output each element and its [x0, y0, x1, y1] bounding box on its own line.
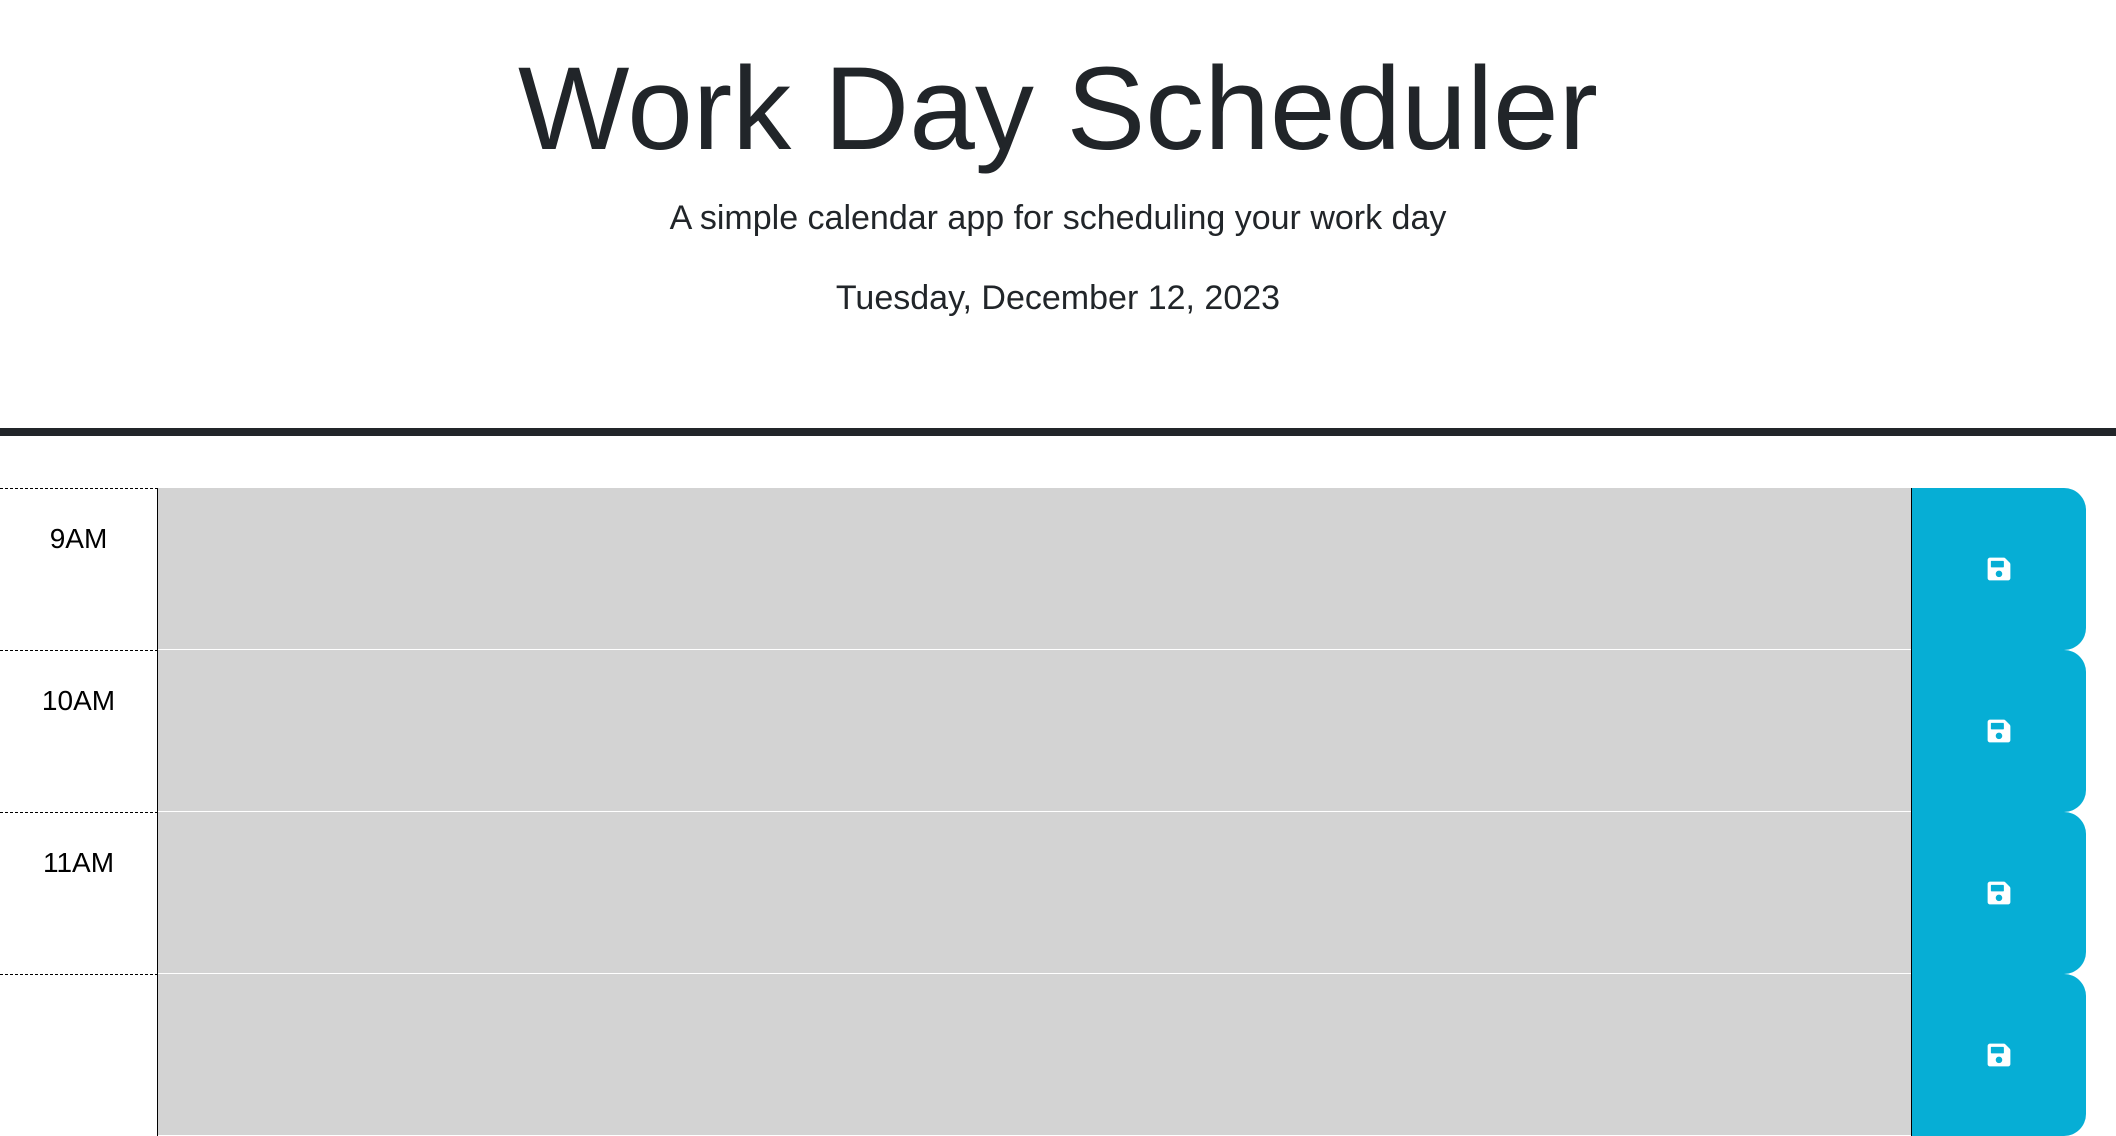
floppy-disk-icon: [1987, 557, 2011, 581]
floppy-disk-icon: [1987, 1043, 2011, 1067]
time-block-row: [0, 974, 2116, 1136]
save-button[interactable]: [1911, 650, 2086, 812]
event-description-input[interactable]: [158, 812, 1911, 974]
time-block-row: 9AM: [0, 488, 2116, 650]
hour-label: 9AM: [0, 488, 158, 650]
floppy-disk-icon: [1987, 881, 2011, 905]
event-description-input[interactable]: [158, 488, 1911, 650]
floppy-disk-icon: [1987, 719, 2011, 743]
save-button[interactable]: [1911, 974, 2086, 1136]
save-button[interactable]: [1911, 812, 2086, 974]
page-subtitle: A simple calendar app for scheduling you…: [669, 199, 1447, 237]
event-description-input[interactable]: [158, 974, 1911, 1136]
current-day: Tuesday, December 12, 2023: [835, 279, 1281, 317]
event-description-input[interactable]: [158, 650, 1911, 812]
jumbotron-header: Work Day Scheduler A simple calendar app…: [0, 0, 2116, 436]
hour-label: 11AM: [0, 812, 158, 974]
time-block-row: 10AM: [0, 650, 2116, 812]
save-button[interactable]: [1911, 488, 2086, 650]
hour-label: [0, 974, 158, 1136]
time-block-row: 11AM: [0, 812, 2116, 974]
page-title: Work Day Scheduler: [518, 43, 1598, 175]
hour-label: 10AM: [0, 650, 158, 812]
schedule-container: 9AM 10AM 11AM: [0, 488, 2116, 1136]
